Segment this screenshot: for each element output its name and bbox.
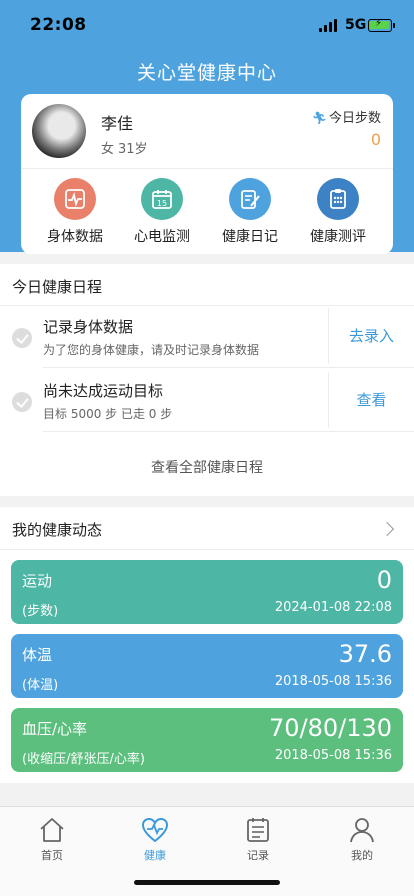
metric-name: 运动	[22, 572, 53, 590]
signal-icon	[319, 19, 339, 32]
dynamics-section: 我的健康动态 运动 (步数) 0 2024-01-08 22:08 体温 (体温…	[0, 507, 414, 783]
metric-value: 70/80/130	[268, 714, 392, 742]
tab-label: 首页	[41, 849, 63, 862]
metric-card-blood-pressure[interactable]: 血压/心率 (收缩压/舒张压/心率) 70/80/130 2018-05-08 …	[11, 708, 403, 772]
view-button[interactable]: 查看	[328, 372, 414, 428]
dynamics-title: 我的健康动态	[12, 521, 103, 539]
metric-time: 2018-05-08 15:36	[274, 748, 392, 763]
quick-action-body-data[interactable]: 身体数据	[35, 178, 115, 246]
tab-home[interactable]: 首页	[12, 815, 92, 863]
divider	[0, 305, 414, 306]
record-icon	[243, 815, 273, 845]
calendar-icon: 15	[141, 178, 183, 220]
tab-label: 记录	[247, 849, 269, 862]
chevron-right-icon	[379, 521, 395, 537]
home-icon	[37, 815, 67, 845]
app-title: 关心堂健康中心	[136, 62, 277, 84]
tab-records[interactable]: 记录	[218, 815, 298, 863]
metric-name: 血压/心率	[22, 720, 88, 738]
task-desc: 为了您的身体健康，请及时记录身体数据	[43, 343, 260, 357]
quick-action-label: 身体数据	[47, 229, 103, 245]
divider	[0, 549, 414, 550]
heart-pulse-icon	[140, 815, 170, 845]
assessment-icon	[317, 178, 359, 220]
tab-label: 我的	[351, 849, 373, 862]
network-label: 5G	[345, 17, 367, 33]
metric-time: 2024-01-08 22:08	[274, 600, 392, 615]
divider	[21, 168, 393, 169]
quick-action-label: 心电监测	[134, 229, 190, 245]
metric-unit: (体温)	[22, 678, 59, 693]
status-time: 22:08	[30, 15, 87, 35]
record-now-button[interactable]: 去录入	[328, 308, 414, 364]
check-icon	[12, 392, 32, 412]
svg-text:15: 15	[157, 199, 167, 208]
check-icon	[12, 328, 32, 348]
schedule-title: 今日健康日程	[12, 278, 103, 296]
metric-unit: (收缩压/舒张压/心率)	[22, 752, 145, 767]
divider	[43, 431, 414, 432]
body-data-icon	[54, 178, 96, 220]
tab-label: 健康	[144, 849, 166, 862]
running-icon: 🏃︎	[311, 111, 327, 125]
metric-card-temperature[interactable]: 体温 (体温) 37.6 2018-05-08 15:36	[11, 634, 403, 698]
metric-card-exercise[interactable]: 运动 (步数) 0 2024-01-08 22:08	[11, 560, 403, 624]
task-title: 尚未达成运动目标	[43, 382, 164, 400]
task-title: 记录身体数据	[43, 318, 134, 336]
steps-label: 🏃︎ 今日步数	[311, 111, 381, 126]
quick-action-assessment[interactable]: 健康测评	[298, 178, 378, 246]
quick-action-label: 健康测评	[310, 229, 366, 245]
avatar[interactable]	[32, 104, 86, 158]
user-icon	[347, 815, 377, 845]
user-gender: 女	[101, 142, 115, 157]
task-desc: 目标 5000 步 已走 0 步	[43, 407, 173, 421]
user-meta: 女 31岁	[101, 138, 152, 157]
metric-value: 0	[376, 566, 392, 594]
quick-action-label: 健康日记	[222, 229, 278, 245]
metric-name: 体温	[22, 646, 53, 664]
diary-icon	[229, 178, 271, 220]
schedule-section: 今日健康日程 记录身体数据 为了您的身体健康，请及时记录身体数据 去录入 尚未达…	[0, 264, 414, 496]
metric-time: 2018-05-08 15:36	[274, 674, 392, 689]
metric-value: 37.6	[338, 640, 392, 668]
home-indicator	[134, 880, 280, 885]
quick-action-diary[interactable]: 健康日记	[210, 178, 290, 246]
steps-value: 0	[370, 130, 381, 149]
tab-health[interactable]: 健康	[115, 815, 195, 863]
quick-action-ecg[interactable]: 15 心电监测	[122, 178, 202, 246]
profile-card: 李佳 女 31岁 🏃︎ 今日步数 0 身体数据 15 心电监测 健康日记 健康测评	[21, 94, 393, 254]
divider	[43, 367, 414, 368]
view-all-schedule-link[interactable]: 查看全部健康日程	[0, 457, 414, 477]
battery-icon: ⚡	[368, 18, 392, 32]
tab-me[interactable]: 我的	[322, 815, 402, 863]
battery-tip	[393, 23, 395, 28]
metric-unit: (步数)	[22, 604, 59, 619]
status-bar: 22:08 5G ⚡	[0, 0, 414, 50]
user-name: 李佳	[101, 114, 134, 133]
user-age: 31岁	[118, 142, 148, 157]
